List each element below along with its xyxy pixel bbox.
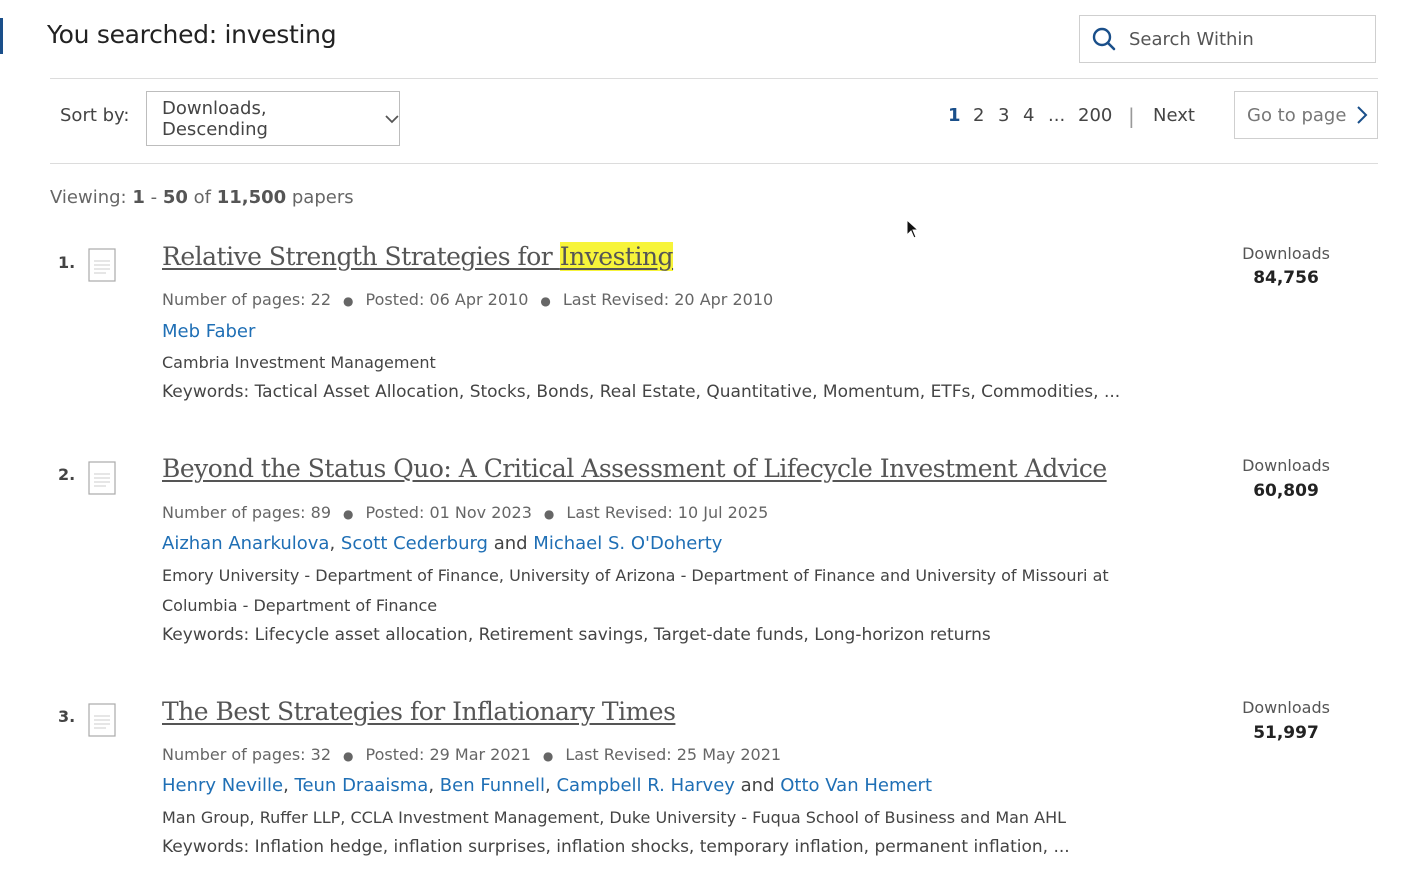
sort-value: Downloads, Descending — [162, 97, 268, 140]
result-meta: Number of pages: 22 ● Posted: 06 Apr 2010 ●… — [162, 290, 774, 309]
result-number: 3. — [58, 707, 76, 726]
result-number: 1. — [58, 253, 76, 272]
page-count: Number of pages: 22 — [162, 290, 331, 309]
author-link[interactable]: Aizhan Anarkulova — [162, 533, 329, 554]
viewing-start: 1 — [132, 187, 145, 208]
result-authors: Aizhan Anarkulova, Scott Cederburg and M… — [162, 533, 722, 554]
revised-date: Last Revised: 25 May 2021 — [565, 745, 782, 764]
author-separator: , — [545, 775, 557, 796]
downloads-count: 51,997 — [1253, 723, 1319, 743]
posted-date: Posted: 06 Apr 2010 — [365, 290, 529, 309]
document-icon — [88, 461, 116, 495]
result-keywords: Keywords: Tactical Asset Allocation, Sto… — [162, 382, 1121, 402]
author-link[interactable]: Campbell R. Harvey — [556, 775, 734, 796]
author-separator: and — [487, 533, 534, 554]
author-separator: and — [734, 775, 781, 796]
author-separator: , — [329, 533, 341, 554]
result-authors: Meb Faber — [162, 321, 255, 342]
page-link-3[interactable]: 3 — [998, 105, 1009, 126]
next-page-link[interactable]: Next — [1153, 105, 1195, 126]
page-count: Number of pages: 32 — [162, 745, 331, 764]
search-within-input[interactable] — [1127, 27, 1351, 51]
mouse-cursor-icon — [906, 219, 920, 239]
downloads-count: 60,809 — [1253, 481, 1319, 501]
author-link[interactable]: Scott Cederburg — [341, 533, 488, 554]
chevron-down-icon — [385, 114, 399, 123]
posted-date: Posted: 29 Mar 2021 — [365, 745, 531, 764]
result-meta: Number of pages: 89 ● Posted: 01 Nov 2023 ●… — [162, 503, 769, 522]
header-accent-bar — [0, 18, 3, 54]
author-link[interactable]: Ben Funnell — [440, 775, 545, 796]
revised-date: Last Revised: 20 Apr 2010 — [562, 290, 774, 309]
result-title-link[interactable]: Beyond the Status Quo: A Critical Assess… — [162, 454, 1107, 483]
result-title-link[interactable]: Relative Strength Strategies for Investi… — [162, 242, 674, 271]
search-summary: You searched: investing — [47, 20, 337, 49]
result-meta: Number of pages: 32 ● Posted: 29 Mar 2021 ●… — [162, 745, 782, 764]
page-link-1[interactable]: 1 — [948, 105, 961, 126]
downloads-count: 84,756 — [1253, 268, 1319, 288]
result-affiliation: Emory University - Department of Finance… — [162, 566, 1109, 615]
author-separator: , — [283, 775, 295, 796]
viewing-count: Viewing: 1 - 50 of 11,500 papers — [50, 187, 354, 208]
viewing-end: 50 — [162, 187, 188, 208]
author-link[interactable]: Otto Van Hemert — [780, 775, 932, 796]
search-icon — [1092, 27, 1116, 51]
title-text: Relative Strength Strategies for — [162, 242, 560, 271]
divider — [50, 163, 1378, 164]
page-link-200[interactable]: 200 — [1078, 105, 1112, 126]
search-term: investing — [224, 20, 337, 49]
go-to-page-button[interactable]: Go to page — [1234, 91, 1378, 139]
result-affiliation: Cambria Investment Management — [162, 353, 436, 372]
result-title-link[interactable]: The Best Strategies for Inflationary Tim… — [162, 697, 676, 726]
author-link[interactable]: Teun Draaisma — [295, 775, 429, 796]
title-text: The Best Strategies for Inflationary Tim… — [162, 697, 676, 726]
search-within-box[interactable] — [1079, 15, 1376, 63]
title-highlight: Investing — [559, 242, 674, 271]
pager-separator: | — [1128, 104, 1135, 128]
document-icon — [88, 703, 116, 737]
author-link[interactable]: Henry Neville — [162, 775, 283, 796]
search-prefix: You searched: — [47, 20, 225, 49]
go-to-page-label: Go to page — [1247, 104, 1347, 126]
sort-dropdown[interactable]: Downloads, Descending — [146, 91, 400, 146]
downloads-label: Downloads — [1242, 244, 1330, 263]
title-text: Beyond the Status Quo: A Critical Assess… — [162, 454, 1107, 483]
author-separator: , — [428, 775, 440, 796]
result-authors: Henry Neville, Teun Draaisma, Ben Funnel… — [162, 775, 932, 796]
viewing-suffix: papers — [286, 187, 354, 208]
revised-date: Last Revised: 10 Jul 2025 — [566, 503, 769, 522]
author-link[interactable]: Michael S. O'Doherty — [533, 533, 722, 554]
chevron-right-icon — [1357, 106, 1368, 124]
result-number: 2. — [58, 465, 76, 484]
viewing-dash: - — [144, 187, 163, 208]
downloads-label: Downloads — [1242, 698, 1330, 717]
page-link-4[interactable]: 4 — [1023, 105, 1034, 126]
posted-date: Posted: 01 Nov 2023 — [365, 503, 532, 522]
viewing-total: 11,500 — [216, 187, 287, 208]
viewing-prefix: Viewing: — [50, 187, 133, 208]
page-count: Number of pages: 89 — [162, 503, 331, 522]
result-affiliation: Man Group, Ruffer LLP, CCLA Investment M… — [162, 808, 1067, 827]
sort-label: Sort by: — [60, 105, 130, 126]
page-link-2[interactable]: 2 — [973, 105, 984, 126]
downloads-label: Downloads — [1242, 456, 1330, 475]
result-keywords: Keywords: Inflation hedge, inflation sur… — [162, 837, 1070, 857]
viewing-of: of — [187, 187, 217, 208]
author-link[interactable]: Meb Faber — [162, 321, 255, 342]
divider — [50, 78, 1378, 79]
page-ellipsis: ... — [1048, 105, 1066, 126]
document-icon — [88, 248, 116, 282]
result-keywords: Keywords: Lifecycle asset allocation, Re… — [162, 625, 991, 645]
